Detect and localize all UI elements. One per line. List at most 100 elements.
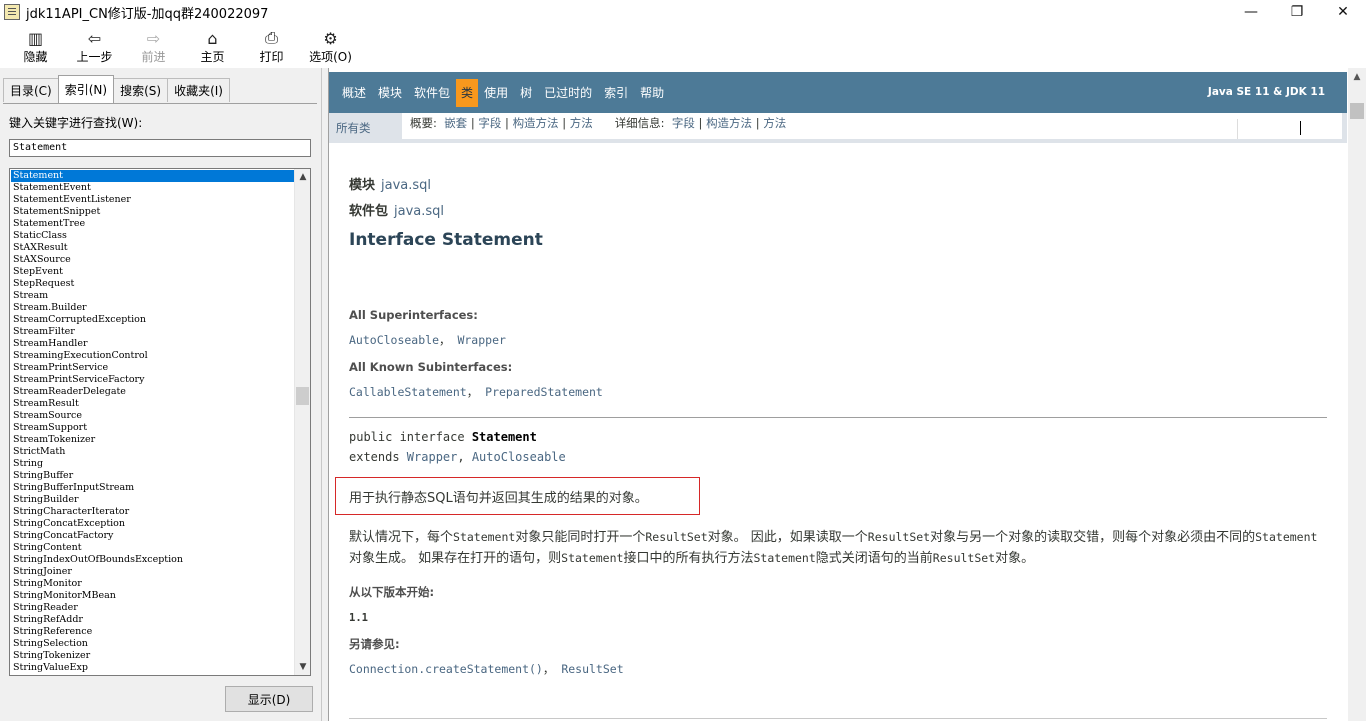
list-item[interactable]: StringMonitor	[11, 578, 294, 590]
superinterface-link[interactable]: Wrapper	[457, 333, 505, 347]
all-classes-link[interactable]: 所有类	[336, 120, 371, 136]
tab-2[interactable]: 搜索(S)	[113, 78, 169, 102]
superinterface-link[interactable]: AutoCloseable	[349, 333, 439, 347]
doc-search-input[interactable]	[1237, 119, 1337, 139]
tab-3[interactable]: 收藏夹(I)	[167, 78, 230, 102]
list-item[interactable]: StringCharacterIterator	[11, 506, 294, 518]
code-term: ResultSet	[645, 530, 708, 544]
nav-item-1[interactable]: 模块	[372, 79, 408, 107]
tab-1[interactable]: 索引(N)	[57, 75, 115, 103]
list-item[interactable]: StreamPrintServiceFactory	[11, 374, 294, 386]
list-item[interactable]: StAXResult	[11, 242, 294, 254]
list-item[interactable]: StringMonitorMBean	[11, 590, 294, 602]
list-item[interactable]: StreamResult	[11, 398, 294, 410]
summary-link[interactable]: 方法	[570, 116, 593, 130]
list-item[interactable]: StreamHandler	[11, 338, 294, 350]
list-item[interactable]: StringJoiner	[11, 566, 294, 578]
summary-link[interactable]: 嵌套	[444, 116, 467, 130]
toolbar-button-4[interactable]: ⎙ 打印	[242, 26, 301, 68]
nav-item-6[interactable]: 已过时的	[538, 79, 598, 107]
subinterface-link[interactable]: PreparedStatement	[485, 385, 603, 399]
list-item[interactable]: StringConcatFactory	[11, 530, 294, 542]
index-listbox[interactable]: Statement StatementEvent StatementEventLis…	[9, 168, 311, 676]
list-item[interactable]: StreamTokenizer	[11, 434, 294, 446]
list-item[interactable]: StepEvent	[11, 266, 294, 278]
extends-link[interactable]: Wrapper	[407, 450, 458, 464]
scroll-thumb[interactable]	[296, 387, 309, 405]
module-link[interactable]: java.sql	[381, 178, 431, 193]
list-item[interactable]: StringReference	[11, 626, 294, 638]
nav-item-5[interactable]: 树	[514, 79, 538, 107]
maximize-button[interactable]: ❐	[1274, 0, 1320, 24]
list-item[interactable]: StreamReaderDelegate	[11, 386, 294, 398]
list-item[interactable]: StringRefAddr	[11, 614, 294, 626]
scroll-up-icon[interactable]: ▲	[1348, 68, 1366, 85]
nav-item-4[interactable]: 使用	[478, 79, 514, 107]
detail-link[interactable]: 字段	[672, 116, 695, 130]
list-item[interactable]: Stream.Builder	[11, 302, 294, 314]
doc-scrollbar[interactable]: ▲	[1348, 68, 1366, 721]
list-item[interactable]: StringSelection	[11, 638, 294, 650]
list-item[interactable]: StatementEvent	[11, 182, 294, 194]
list-item[interactable]: StringValueExp	[11, 662, 294, 674]
list-item[interactable]: StringReader	[11, 602, 294, 614]
keyword-input[interactable]: Statement	[9, 139, 311, 157]
list-item[interactable]: StatementTree	[11, 218, 294, 230]
toolbar-button-1[interactable]: ⇦ 上一步	[65, 26, 124, 68]
minimize-button[interactable]: —	[1228, 0, 1274, 24]
index-list: Statement StatementEvent StatementEventLis…	[11, 170, 294, 674]
scroll-up-icon[interactable]: ▲	[295, 169, 310, 185]
list-item[interactable]: StreamPrintService	[11, 362, 294, 374]
divider	[349, 718, 1327, 719]
see-also-link[interactable]: ResultSet	[561, 662, 623, 676]
tab-0[interactable]: 目录(C)	[3, 78, 59, 102]
nav-item-2[interactable]: 软件包	[408, 79, 456, 107]
summary-link[interactable]: 字段	[478, 116, 501, 130]
list-item[interactable]: String	[11, 458, 294, 470]
list-item[interactable]: StrictMath	[11, 446, 294, 458]
list-item[interactable]: StreamingExecutionControl	[11, 350, 294, 362]
list-item[interactable]: StaticClass	[11, 230, 294, 242]
toolbar-button-2[interactable]: ⇨ 前进	[124, 26, 183, 68]
list-item[interactable]: StreamSource	[11, 410, 294, 422]
see-also-link[interactable]: Connection.createStatement()	[349, 662, 543, 676]
list-item[interactable]: StepRequest	[11, 278, 294, 290]
list-item[interactable]: StringBuffer	[11, 470, 294, 482]
display-button[interactable]: 显示(D)	[225, 686, 313, 712]
list-item[interactable]: StreamSupport	[11, 422, 294, 434]
list-item[interactable]: StatementSnippet	[11, 206, 294, 218]
list-item[interactable]: StreamCorruptedException	[11, 314, 294, 326]
list-item[interactable]: StringTokenizer	[11, 650, 294, 662]
extends-link[interactable]: AutoCloseable	[472, 450, 566, 464]
list-item[interactable]: StringIndexOutOfBoundsException	[11, 554, 294, 566]
package-label: 软件包	[349, 204, 389, 219]
paragraph-text: 接口中的所有执行方法	[623, 551, 754, 566]
close-button[interactable]: ✕	[1320, 0, 1366, 24]
nav-item-7[interactable]: 索引	[598, 79, 634, 107]
detail-link[interactable]: 方法	[763, 116, 786, 130]
list-item[interactable]: StreamFilter	[11, 326, 294, 338]
toolbar-button-0[interactable]: ▥ 隐藏	[6, 26, 65, 68]
subinterface-link[interactable]: CallableStatement	[349, 385, 467, 399]
summary-link[interactable]: 构造方法	[513, 116, 559, 130]
signature-line-2: extends Wrapper, AutoCloseable	[349, 450, 566, 464]
list-item[interactable]: Statement	[11, 170, 294, 182]
nav-item-0[interactable]: 概述	[336, 79, 372, 107]
list-item[interactable]: StringContent	[11, 542, 294, 554]
list-item[interactable]: Stream	[11, 290, 294, 302]
scroll-down-icon[interactable]: ▼	[295, 659, 310, 675]
list-item[interactable]: StAXSource	[11, 254, 294, 266]
package-link[interactable]: java.sql	[394, 204, 444, 219]
index-scrollbar[interactable]: ▲ ▼	[294, 169, 310, 675]
list-item[interactable]: StringBufferInputStream	[11, 482, 294, 494]
toolbar-button-3[interactable]: ⌂ 主页	[183, 26, 242, 68]
list-item[interactable]: StringConcatException	[11, 518, 294, 530]
paragraph-text: 对象。	[995, 551, 1035, 566]
detail-link[interactable]: 构造方法	[706, 116, 752, 130]
list-item[interactable]: StringBuilder	[11, 494, 294, 506]
toolbar-button-5[interactable]: ⚙ 选项(O)	[301, 26, 360, 68]
list-item[interactable]: StatementEventListener	[11, 194, 294, 206]
scroll-thumb[interactable]	[1350, 103, 1364, 119]
toolbar-button-label: 主页	[200, 50, 225, 64]
nav-item-8[interactable]: 帮助	[634, 79, 670, 107]
